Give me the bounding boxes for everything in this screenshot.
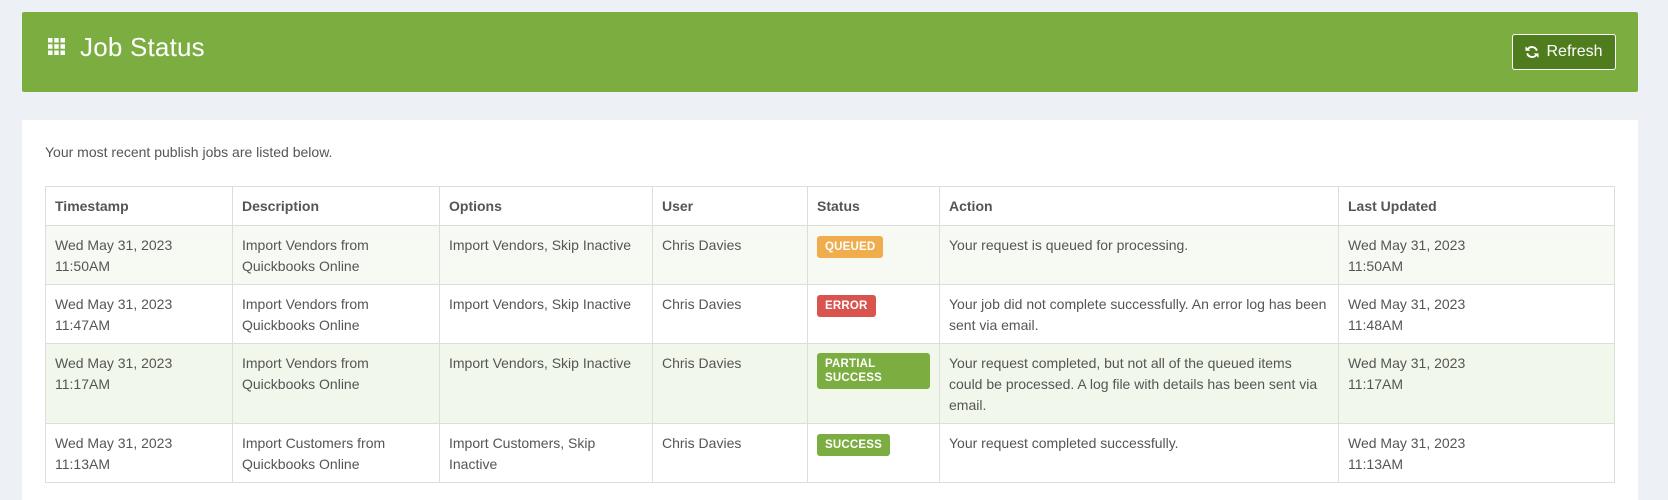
status-badge: QUEUED [817, 236, 884, 258]
options-cell: Import Customers, Skip Inactive [439, 423, 653, 483]
refresh-icon [1525, 46, 1540, 58]
column-header-last-updated[interactable]: Last Updated [1338, 186, 1615, 226]
options-cell: Import Vendors, Skip Inactive [439, 225, 653, 285]
last-updated-cell: Wed May 31, 2023 11:13AM [1338, 423, 1615, 483]
description-cell: Import Vendors from Quickbooks Online [232, 284, 440, 344]
grid-icon [48, 38, 65, 55]
action-cell: Your request completed, but not all of t… [939, 343, 1339, 424]
timestamp-cell: Wed May 31, 2023 11:17AM [45, 343, 233, 424]
action-cell: Your request completed successfully. [939, 423, 1339, 483]
job-status-panel: Your most recent publish jobs are listed… [22, 120, 1638, 500]
refresh-button-label: Refresh [1546, 43, 1603, 60]
user-cell: Chris Davies [652, 343, 808, 424]
column-header-description[interactable]: Description [232, 186, 440, 226]
column-header-user[interactable]: User [652, 186, 808, 226]
user-cell: Chris Davies [652, 423, 808, 483]
timestamp-cell: Wed May 31, 2023 11:13AM [45, 423, 233, 483]
column-header-timestamp[interactable]: Timestamp [45, 186, 233, 226]
action-cell: Your request is queued for processing. [939, 225, 1339, 285]
table-row: Wed May 31, 2023 11:13AM Import Customers… [45, 423, 1615, 483]
action-cell: Your job did not complete successfully. … [939, 284, 1339, 344]
page-title: Job Status [80, 32, 205, 62]
intro-text: Your most recent publish jobs are listed… [45, 144, 333, 160]
description-cell: Import Vendors from Quickbooks Online [232, 225, 440, 285]
column-header-action[interactable]: Action [939, 186, 1339, 226]
status-badge: SUCCESS [817, 434, 890, 456]
options-cell: Import Vendors, Skip Inactive [439, 343, 653, 424]
description-cell: Import Customers from Quickbooks Online [232, 423, 440, 483]
status-cell: SUCCESS [807, 423, 940, 483]
status-cell: PARTIAL SUCCESS [807, 343, 940, 424]
status-cell: ERROR [807, 284, 940, 344]
column-header-options[interactable]: Options [439, 186, 653, 226]
last-updated-cell: Wed May 31, 2023 11:50AM [1338, 225, 1615, 285]
table-row: Wed May 31, 2023 11:47AM Import Vendors f… [45, 284, 1615, 344]
table-row: Wed May 31, 2023 11:17AM Import Vendors f… [45, 343, 1615, 424]
user-cell: Chris Davies [652, 284, 808, 344]
description-cell: Import Vendors from Quickbooks Online [232, 343, 440, 424]
job-table: Timestamp Description Options User Statu… [45, 186, 1615, 483]
status-badge: ERROR [817, 295, 876, 317]
last-updated-cell: Wed May 31, 2023 11:17AM [1338, 343, 1615, 424]
column-header-status[interactable]: Status [807, 186, 940, 226]
page-header: Job Status Refresh [22, 12, 1638, 92]
table-row: Wed May 31, 2023 11:50AM Import Vendors f… [45, 225, 1615, 285]
table-header-row: Timestamp Description Options User Statu… [45, 186, 1615, 226]
status-cell: QUEUED [807, 225, 940, 285]
options-cell: Import Vendors, Skip Inactive [439, 284, 653, 344]
user-cell: Chris Davies [652, 225, 808, 285]
refresh-button[interactable]: Refresh [1512, 34, 1616, 70]
status-badge: PARTIAL SUCCESS [817, 353, 930, 389]
timestamp-cell: Wed May 31, 2023 11:47AM [45, 284, 233, 344]
timestamp-cell: Wed May 31, 2023 11:50AM [45, 225, 233, 285]
last-updated-cell: Wed May 31, 2023 11:48AM [1338, 284, 1615, 344]
